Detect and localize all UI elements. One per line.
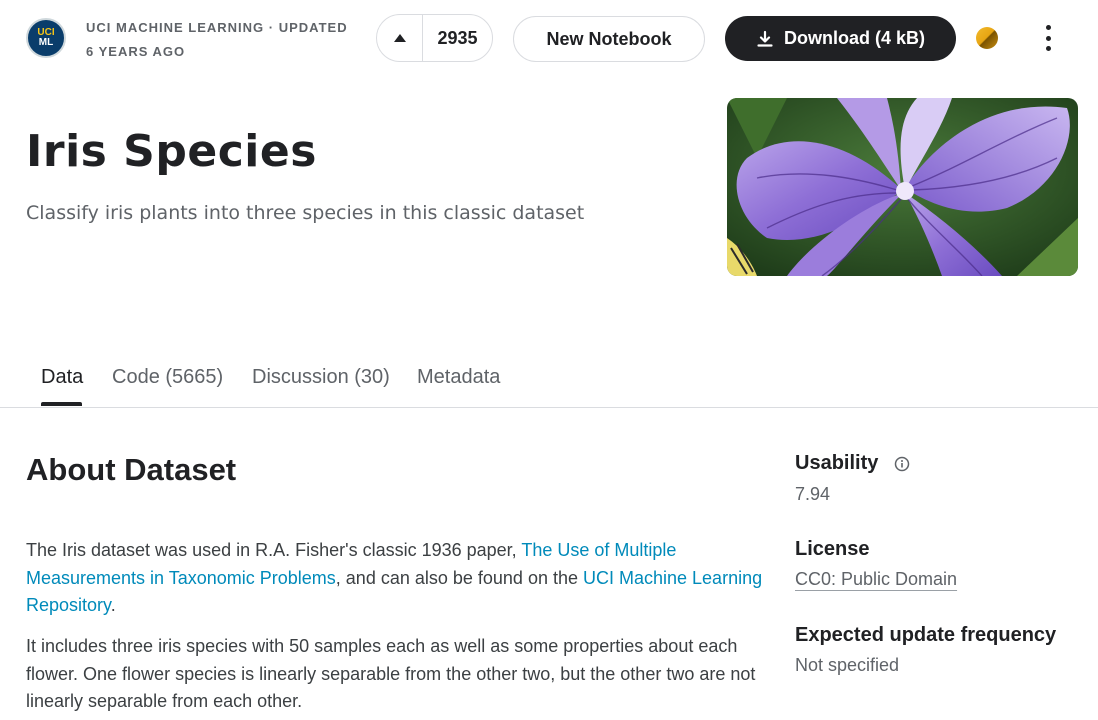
update-frequency-heading: Expected update frequency	[795, 624, 1057, 646]
p1-text-2: , and can also be found on the	[335, 567, 583, 588]
description-paragraph-1: The Iris dataset was used in R.A. Fisher…	[26, 537, 771, 620]
download-icon	[757, 30, 773, 47]
about-dataset-heading: About Dataset	[26, 452, 237, 487]
license-heading: License	[795, 538, 870, 560]
tab-metadata[interactable]: Metadata	[417, 366, 500, 389]
license-link[interactable]: CC0: Public Domain	[795, 569, 957, 590]
medal-icon[interactable]	[976, 27, 998, 49]
tab-bar: Data Code (5665) Discussion (30) Metadat…	[0, 360, 1098, 408]
org-avatar[interactable]: UCI ML	[26, 18, 66, 58]
dataset-cover-image	[727, 98, 1078, 276]
active-tab-indicator	[41, 402, 82, 406]
dataset-title: Iris Species	[26, 126, 317, 177]
tab-discussion[interactable]: Discussion (30)	[252, 366, 390, 389]
dataset-subtitle: Classify iris plants into three species …	[26, 202, 585, 224]
tab-data[interactable]: Data	[41, 366, 83, 389]
usability-value: 7.94	[795, 484, 831, 504]
org-avatar-line2: ML	[38, 37, 54, 48]
update-frequency-value: Not specified	[795, 655, 900, 675]
description-paragraph-2: It includes three iris species with 50 s…	[26, 636, 756, 711]
upvote-button[interactable]	[377, 15, 423, 61]
updated-time-text: 6 YEARS AGO	[86, 44, 186, 59]
new-notebook-button[interactable]: New Notebook	[513, 16, 705, 62]
p1-text-1: The Iris dataset was used in R.A. Fisher…	[26, 540, 522, 560]
owner-updated-text[interactable]: UCI MACHINE LEARNING · UPDATED	[86, 20, 348, 35]
download-label: Download (4 kB)	[783, 28, 925, 48]
more-options-icon[interactable]	[1036, 25, 1060, 51]
iris-flower-image	[727, 98, 1078, 276]
download-button[interactable]: Download (4 kB)	[725, 16, 956, 61]
usability-heading: Usability	[795, 452, 910, 475]
tab-code[interactable]: Code (5665)	[112, 366, 223, 389]
vote-count[interactable]: 2935	[423, 28, 492, 49]
triangle-up-icon	[393, 34, 406, 42]
p1-text-3: .	[110, 595, 116, 615]
new-notebook-label: New Notebook	[546, 28, 672, 49]
vote-group: 2935	[376, 14, 493, 62]
info-icon[interactable]	[894, 456, 910, 472]
usability-label: Usability	[795, 452, 879, 474]
